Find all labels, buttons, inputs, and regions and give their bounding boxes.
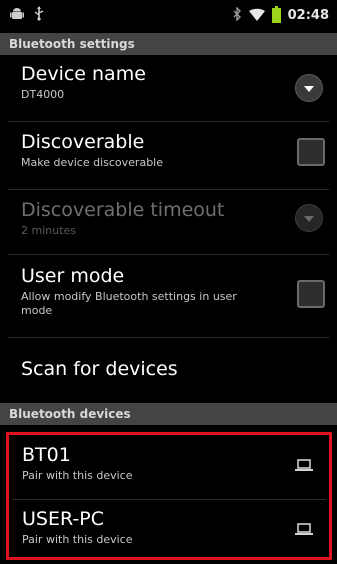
device-name: USER-PC <box>22 508 104 530</box>
pref-title: Discoverable <box>21 131 145 153</box>
usb-icon <box>33 5 45 25</box>
pref-summary: Allow modify Bluetooth settings in user … <box>21 290 237 317</box>
android-icon <box>10 6 24 25</box>
pref-discoverable-timeout[interactable]: Discoverable timeout 2 minutes <box>0 198 337 238</box>
pref-title: Device name <box>21 63 146 85</box>
bluetooth-icon <box>233 5 242 25</box>
battery-icon <box>271 5 281 23</box>
status-bar-system: 02:48 <box>226 5 329 25</box>
discoverable-checkbox[interactable] <box>297 138 325 166</box>
pref-title: User mode <box>21 265 125 287</box>
status-bar-clock: 02:48 <box>287 7 329 23</box>
section-header-bluetooth-settings: Bluetooth settings <box>0 33 337 55</box>
device-item-user-pc[interactable]: USER-PC Pair with this device <box>9 507 329 547</box>
pref-title: Scan for devices <box>21 358 178 380</box>
divider <box>12 499 326 500</box>
device-list-highlight: BT01 Pair with this device USER-PC Pair … <box>6 432 332 560</box>
discoverable-timeout-dropdown-icon[interactable] <box>295 204 323 232</box>
divider <box>8 121 329 122</box>
pref-scan-for-devices[interactable]: Scan for devices <box>0 357 337 381</box>
laptop-icon <box>295 523 313 535</box>
pref-user-mode[interactable]: User mode Allow modify Bluetooth setting… <box>0 264 337 318</box>
pref-title: Discoverable timeout <box>21 199 225 221</box>
divider <box>8 337 329 338</box>
divider <box>8 254 329 255</box>
device-name-dropdown-icon[interactable] <box>295 74 323 102</box>
status-bar-notifications <box>10 5 54 25</box>
status-bar: 02:48 <box>0 0 337 30</box>
pref-summary: DT4000 <box>21 88 65 101</box>
pref-summary: Make device discoverable <box>21 156 163 169</box>
pref-summary: 2 minutes <box>21 224 77 237</box>
device-item-bt01[interactable]: BT01 Pair with this device <box>9 443 329 483</box>
laptop-icon <box>295 459 313 471</box>
device-name: BT01 <box>22 444 71 466</box>
divider <box>8 189 329 190</box>
device-summary: Pair with this device <box>22 469 133 482</box>
pref-device-name[interactable]: Device name DT4000 <box>0 62 337 102</box>
pref-discoverable[interactable]: Discoverable Make device discoverable <box>0 130 337 170</box>
device-summary: Pair with this device <box>22 533 133 546</box>
wifi-icon <box>248 6 265 25</box>
user-mode-checkbox[interactable] <box>297 280 325 308</box>
section-header-bluetooth-devices: Bluetooth devices <box>0 403 337 425</box>
